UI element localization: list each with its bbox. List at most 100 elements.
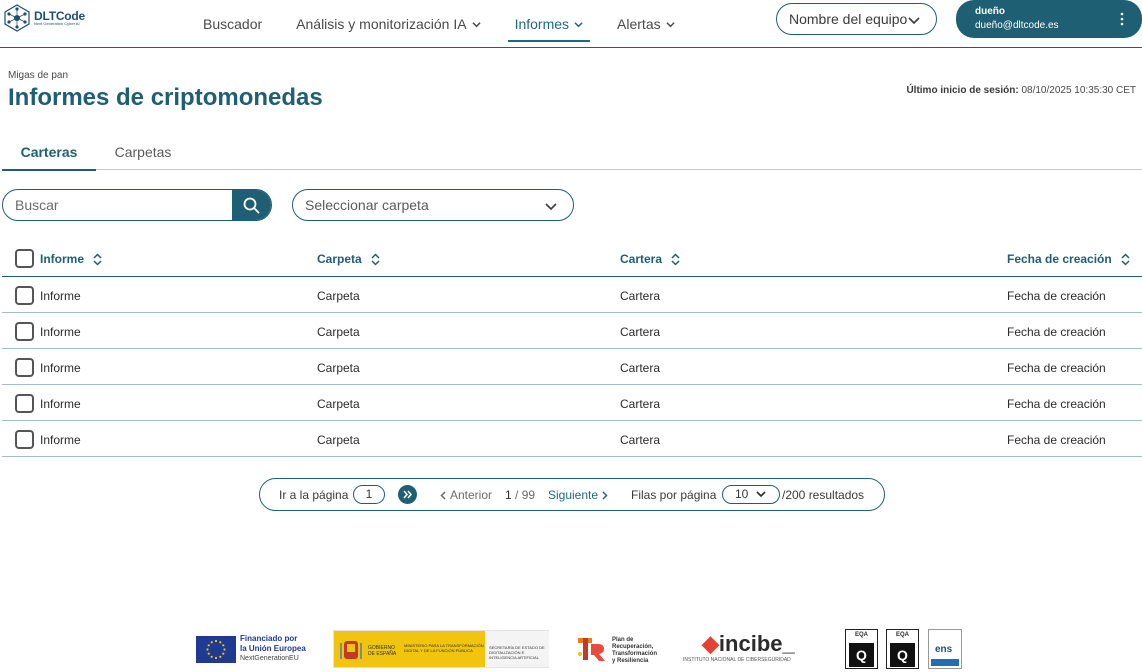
tab-carpetas[interactable]: Carpetas [96, 134, 190, 170]
select-all-checkbox[interactable] [15, 249, 34, 268]
nav-buscador[interactable]: Buscador [196, 6, 269, 42]
incibe-subtitle: INSTITUTO NACIONAL DE CIBERSEGURIDAD [683, 657, 791, 663]
ens-label: ens [935, 644, 953, 655]
eqa-label-1: EQA [854, 632, 868, 638]
nav-analisis-label: Análisis y monitorización IA [296, 16, 467, 32]
rows-per-page-value: 10 [735, 487, 749, 501]
last-login-label: Último inicio de sesión: [906, 85, 1019, 96]
cell-carpeta: Carpeta [317, 433, 360, 447]
nav-alertas[interactable]: Alertas [610, 6, 682, 42]
total-results: /200 resultados [782, 488, 865, 502]
nav-alertas-label: Alertas [617, 16, 661, 32]
search-input[interactable] [3, 190, 233, 220]
team-select[interactable]: Nombre del equipo [776, 3, 937, 35]
prtr-line1: Plan de [612, 637, 634, 643]
double-chevron-right-icon [403, 490, 412, 499]
tab-bar: Carteras Carpetas [2, 134, 1142, 171]
table-row[interactable]: Informe Carpeta Cartera Fecha de creació… [2, 421, 1142, 457]
sort-icon[interactable] [371, 252, 380, 266]
chevron-down-icon [471, 21, 481, 27]
prev-page-button[interactable]: Anterior [440, 488, 492, 502]
folder-select[interactable]: Seleccionar carpeta [292, 189, 574, 221]
cell-cartera: Cartera [620, 361, 661, 375]
user-email: dueño@dltcode.es [975, 20, 1059, 31]
total-pages: / 99 [515, 488, 536, 502]
brand-tagline: Next Generation Cyber AI [34, 21, 80, 26]
more-vertical-icon[interactable] [1120, 12, 1124, 26]
table-row[interactable]: Informe Carpeta Cartera Fecha de creació… [2, 277, 1142, 313]
cell-fecha: Fecha de creación [1007, 289, 1106, 303]
tab-carteras[interactable]: Carteras [2, 134, 96, 171]
folder-select-value: Seleccionar carpeta [305, 197, 429, 213]
prtr-logo-icon [578, 638, 605, 661]
row-checkbox[interactable] [15, 286, 34, 305]
prtr-line4: y Resiliencia [612, 658, 649, 664]
team-select-value: Nombre del equipo [789, 11, 908, 27]
table-row[interactable]: Informe Carpeta Cartera Fecha de creació… [2, 385, 1142, 421]
row-checkbox[interactable] [15, 430, 34, 449]
goto-page-input[interactable]: 1 [353, 485, 385, 504]
header-informe[interactable]: Informe [40, 252, 102, 266]
cell-informe: Informe [40, 289, 81, 303]
prtr-line3: Transformación [612, 651, 658, 657]
spain-shield-icon [340, 641, 362, 659]
rows-per-page-label: Filas por página [631, 488, 717, 502]
sort-icon[interactable] [1121, 252, 1130, 266]
goto-page-button[interactable] [398, 485, 417, 504]
cell-cartera: Cartera [620, 397, 661, 411]
incibe-logo: ◆incibe_ [702, 631, 795, 657]
reports-table: Informe Carpeta Cartera Fecha de creació… [2, 240, 1142, 457]
eqa-certificate-1: EQA Q [845, 629, 878, 669]
eqa-label-2: EQA [895, 632, 909, 638]
chevron-down-icon [756, 491, 766, 498]
main-nav: Buscador Análisis y monitorización IA In… [196, 0, 702, 48]
chevron-right-icon [602, 490, 608, 500]
header-carpeta[interactable]: Carpeta [317, 252, 380, 266]
header-carpeta-label: Carpeta [317, 252, 362, 266]
funding-footer: Financiado por la Unión Europea NextGene… [0, 626, 1142, 672]
last-login-value: 08/10/2025 10:35:30 CET [1021, 85, 1136, 96]
next-page-button[interactable]: Siguiente [548, 488, 608, 502]
cell-fecha: Fecha de creación [1007, 433, 1106, 447]
header-informe-label: Informe [40, 252, 85, 266]
user-menu[interactable]: dueño dueño@dltcode.es [956, 0, 1142, 38]
cell-carpeta: Carpeta [317, 289, 360, 303]
sort-icon[interactable] [671, 252, 680, 266]
pagination-bar: Ir a la página 1 Anterior 1 / 99 Siguien… [259, 478, 885, 511]
header-fecha-label: Fecha de creación [1007, 252, 1112, 266]
table-header: Informe Carpeta Cartera Fecha de creació… [2, 240, 1142, 277]
row-checkbox[interactable] [15, 322, 34, 341]
nav-informes[interactable]: Informes [507, 6, 591, 42]
brand-logo[interactable]: DLTCode Next Generation Cyber AI [2, 3, 85, 33]
gob-line2: MINISTERIO PARA LA TRANSFORMACIÓN DIGITA… [404, 643, 484, 653]
eu-line2: la Unión Europea [240, 644, 306, 653]
cell-fecha: Fecha de creación [1007, 325, 1106, 339]
cell-carpeta: Carpeta [317, 397, 360, 411]
top-header: DLTCode Next Generation Cyber AI Buscado… [0, 0, 1142, 48]
nav-informes-label: Informes [514, 16, 570, 32]
search-icon [243, 197, 260, 213]
eu-line1: Financiado por [240, 634, 298, 643]
nav-analisis[interactable]: Análisis y monitorización IA [289, 6, 487, 42]
cell-carpeta: Carpeta [317, 361, 360, 375]
search-button[interactable] [232, 190, 271, 220]
breadcrumb[interactable]: Migas de pan [8, 70, 68, 81]
cell-fecha: Fecha de creación [1007, 397, 1106, 411]
header-fecha[interactable]: Fecha de creación [1007, 252, 1130, 266]
rows-per-page-select[interactable]: 10 [722, 485, 780, 504]
header-cartera[interactable]: Cartera [620, 252, 680, 266]
cell-informe: Informe [40, 361, 81, 375]
eqa-certificate-2: EQA Q [886, 629, 919, 669]
row-checkbox[interactable] [15, 394, 34, 413]
prtr-line2: Recuperación, [612, 644, 654, 650]
table-row[interactable]: Informe Carpeta Cartera Fecha de creació… [2, 349, 1142, 385]
iqnet-q-icon: Q [849, 643, 874, 667]
cell-informe: Informe [40, 397, 81, 411]
search-box [2, 189, 272, 221]
incibe-mark-icon: ◆ [702, 631, 719, 656]
page-title: Informes de criptomonedas [8, 84, 323, 111]
current-page: 1 [505, 488, 512, 502]
table-row[interactable]: Informe Carpeta Cartera Fecha de creació… [2, 313, 1142, 349]
sort-icon[interactable] [93, 252, 102, 266]
row-checkbox[interactable] [15, 358, 34, 377]
